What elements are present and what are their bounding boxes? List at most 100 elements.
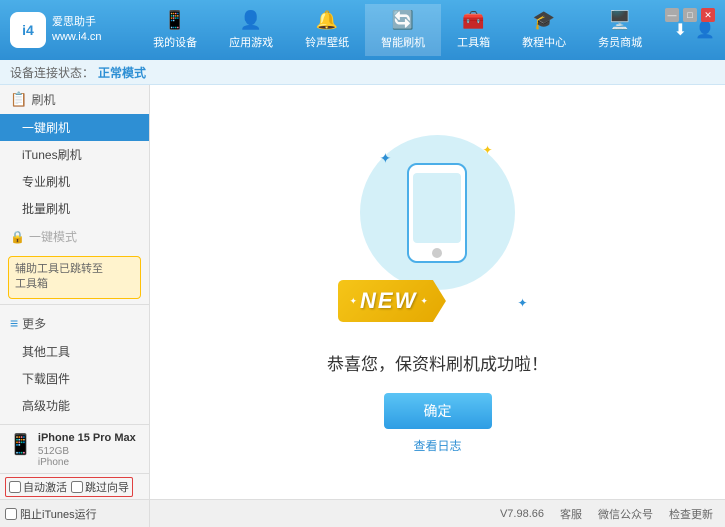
guide-checkbox[interactable] <box>71 481 83 493</box>
maximize-button[interactable]: □ <box>683 8 697 22</box>
nav-business-label: 务员商城 <box>598 34 642 50</box>
nav-tutorial-label: 教程中心 <box>522 34 566 50</box>
content-area: ✦ ✦ ✦ NEW ✦ <box>150 85 725 499</box>
smart-flash-icon: 🔄 <box>392 10 414 31</box>
footer-left: 阻止iTunes运行 <box>0 500 150 527</box>
window-controls: — □ ✕ <box>665 8 715 22</box>
toolbox-icon: 🧰 <box>462 10 484 31</box>
more-section-icon: ≡ <box>10 315 18 331</box>
user-button[interactable]: 👤 <box>695 20 715 40</box>
sidebar-item-download-firmware[interactable]: 下载固件 <box>0 365 149 392</box>
phone-home-button <box>432 248 442 258</box>
confirm-button[interactable]: 确定 <box>384 393 492 429</box>
status-bar: 设备连接状态： 正常模式 <box>0 60 725 85</box>
download-firmware-label: 下载固件 <box>22 372 70 386</box>
auto-activate-label[interactable]: 自动激活 <box>9 479 67 495</box>
auto-activate-checkbox[interactable] <box>9 481 21 493</box>
close-button[interactable]: ✕ <box>701 8 715 22</box>
sparkle-3: ✦ <box>517 296 527 310</box>
sidebar-item-advanced[interactable]: 高级功能 <box>0 392 149 419</box>
nav-ringtone[interactable]: 🔔 铃声壁纸 <box>289 4 365 56</box>
device-section: 📱 iPhone 15 Pro Max 512GB iPhone <box>0 424 149 474</box>
version-text: V7.98.66 <box>500 508 544 520</box>
batch-flash-label: 批量刷机 <box>22 202 70 216</box>
success-illustration: ✦ ✦ ✦ NEW ✦ <box>338 130 538 330</box>
nav-my-device[interactable]: 📱 我的设备 <box>137 4 213 56</box>
advanced-label: 高级功能 <box>22 399 70 413</box>
restore-section-icon: 🔒 <box>10 230 25 244</box>
logo-char: i4 <box>22 22 34 38</box>
minimize-button[interactable]: — <box>665 8 679 22</box>
device-storage: 512GB <box>38 446 136 457</box>
nav-app-game-label: 应用游戏 <box>229 34 273 50</box>
sidebar-item-itunes-flash[interactable]: iTunes刷机 <box>0 141 149 168</box>
tutorial-icon: 🎓 <box>533 10 555 31</box>
app-logo: i4 爱思助手www.i4.cn <box>10 12 102 48</box>
new-badge: ✦ NEW ✦ <box>338 280 446 322</box>
footer: 阻止iTunes运行 V7.98.66 客服 微信公众号 检查更新 <box>0 499 725 527</box>
sidebar-more-header: ≡ 更多 <box>0 309 149 338</box>
device-model: iPhone <box>38 457 136 468</box>
sidebar-notice: 辅助工具已跳转至 工具箱 <box>8 256 141 299</box>
header-right: ⬇ 👤 <box>674 20 715 40</box>
nav-tutorial[interactable]: 🎓 教程中心 <box>506 4 582 56</box>
check-update-link[interactable]: 检查更新 <box>669 506 713 522</box>
guide-text: 跳过向导 <box>85 479 129 495</box>
sparkle-2: ✦ <box>482 143 492 157</box>
new-star-left: ✦ <box>350 296 358 307</box>
controls-red-box: 自动激活 跳过向导 <box>5 477 133 497</box>
logo-icon: i4 <box>10 12 46 48</box>
new-badge-text: NEW <box>360 288 417 314</box>
app-game-icon: 👤 <box>240 10 262 31</box>
itunes-checkbox-label[interactable]: 阻止iTunes运行 <box>5 506 97 522</box>
customer-service-link[interactable]: 客服 <box>560 506 582 522</box>
wechat-link[interactable]: 微信公众号 <box>598 506 653 522</box>
log-link[interactable]: 查看日志 <box>413 437 461 454</box>
flash-section-label: 刷机 <box>31 91 55 108</box>
nav-toolbox-label: 工具箱 <box>457 34 490 50</box>
sidebar-flash-header: 📋 刷机 <box>0 85 149 114</box>
header: i4 爱思助手www.i4.cn 📱 我的设备 👤 应用游戏 🔔 铃声壁纸 🔄 … <box>0 0 725 60</box>
nav-smart-flash[interactable]: 🔄 智能刷机 <box>365 4 441 56</box>
notice-text: 辅助工具已跳转至 工具箱 <box>15 263 103 290</box>
auto-activate-text: 自动激活 <box>23 479 67 495</box>
phone-screen <box>413 173 461 243</box>
itunes-checkbox[interactable] <box>5 508 17 520</box>
sidebar-item-other-tools[interactable]: 其他工具 <box>0 338 149 365</box>
nav-my-device-label: 我的设备 <box>153 34 197 50</box>
download-button[interactable]: ⬇ <box>674 20 687 40</box>
sidebar-scroll: 📋 刷机 一键刷机 iTunes刷机 专业刷机 批量刷机 🔒 <box>0 85 149 424</box>
business-icon: 🖥️ <box>609 10 631 31</box>
pro-flash-label: 专业刷机 <box>22 175 70 189</box>
footer-right: V7.98.66 客服 微信公众号 检查更新 <box>150 506 725 522</box>
guide-label[interactable]: 跳过向导 <box>71 479 129 495</box>
my-device-icon: 📱 <box>164 10 186 31</box>
bottom-controls: 自动激活 跳过向导 <box>0 473 149 499</box>
sparkle-1: ✦ <box>380 150 392 167</box>
device-icon: 📱 <box>8 432 33 457</box>
nav-smart-flash-label: 智能刷机 <box>381 34 425 50</box>
itunes-flash-label: iTunes刷机 <box>22 148 82 162</box>
sidebar-item-batch-flash[interactable]: 批量刷机 <box>0 195 149 222</box>
other-tools-label: 其他工具 <box>22 345 70 359</box>
device-info: iPhone 15 Pro Max 512GB iPhone <box>38 430 136 469</box>
nav-business[interactable]: 🖥️ 务员商城 <box>582 4 658 56</box>
sidebar-item-one-click-flash[interactable]: 一键刷机 <box>0 114 149 141</box>
logo-text: 爱思助手www.i4.cn <box>52 15 102 46</box>
sidebar-restore-header: 🔒 一键模式 <box>0 222 149 251</box>
status-prefix: 设备连接状态： <box>10 64 94 81</box>
success-message: 恭喜您，保资料刷机成功啦！ <box>327 350 548 375</box>
nav-app-game[interactable]: 👤 应用游戏 <box>213 4 289 56</box>
device-name: iPhone 15 Pro Max <box>38 430 136 447</box>
nav-toolbox[interactable]: 🧰 工具箱 <box>441 4 506 56</box>
more-section-label: 更多 <box>22 315 46 332</box>
phone-body <box>407 163 467 263</box>
main-nav: 📱 我的设备 👤 应用游戏 🔔 铃声壁纸 🔄 智能刷机 🧰 工具箱 🎓 <box>122 4 674 56</box>
sidebar-item-pro-flash[interactable]: 专业刷机 <box>0 168 149 195</box>
nav-ringtone-label: 铃声壁纸 <box>305 34 349 50</box>
ringtone-icon: 🔔 <box>316 10 338 31</box>
sidebar-divider-1 <box>0 304 149 305</box>
new-star-right: ✦ <box>420 296 428 307</box>
itunes-checkbox-text: 阻止iTunes运行 <box>20 506 97 522</box>
one-click-flash-label: 一键刷机 <box>22 121 70 135</box>
